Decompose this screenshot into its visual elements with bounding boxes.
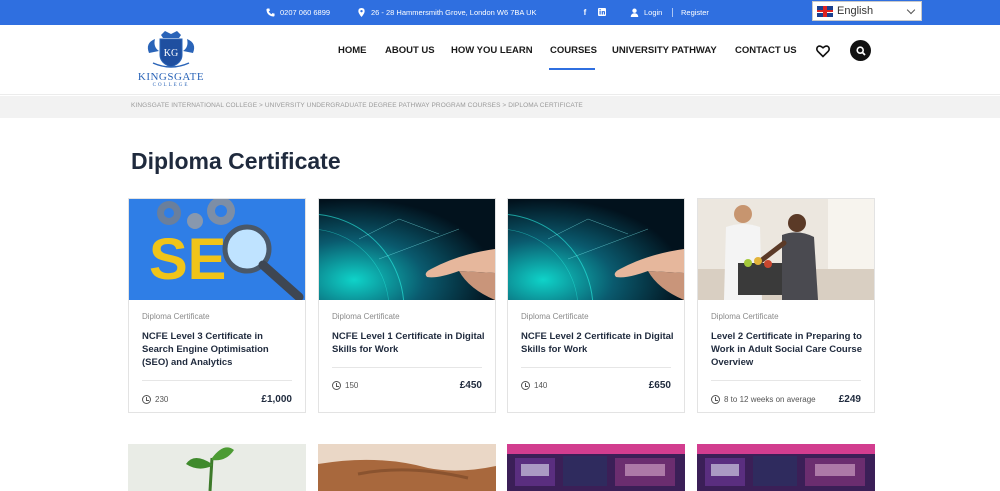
search-icon <box>855 45 866 56</box>
site-header: KG KINGSGATE COLLEGE HOME ABOUT US HOW Y… <box>0 25 1000 95</box>
card-divider <box>332 367 482 368</box>
nav-how-you-learn[interactable]: HOW YOU LEARN <box>451 45 533 56</box>
course-card[interactable]: Diploma Certificate Level 2 Certificate … <box>697 198 875 413</box>
course-image-digital[interactable] <box>508 199 684 300</box>
language-select[interactable]: English <box>812 1 922 21</box>
clock-icon <box>711 395 720 404</box>
search-button[interactable] <box>850 40 871 61</box>
course-price: £450 <box>459 380 482 391</box>
course-image-tech[interactable] <box>507 444 685 491</box>
user-icon <box>630 8 639 17</box>
course-price: £650 <box>648 380 671 391</box>
course-price: £249 <box>838 394 861 405</box>
course-duration: 8 to 12 weeks on average <box>724 395 816 404</box>
course-hours: 230 <box>155 395 169 404</box>
map-pin-icon <box>358 8 365 17</box>
course-image-hands[interactable] <box>318 444 496 491</box>
heart-icon[interactable] <box>816 44 830 58</box>
phone-number: 0207 060 6899 <box>280 8 331 17</box>
nav-university-pathway[interactable]: UNIVERSITY PATHWAY <box>612 45 717 56</box>
card-divider <box>521 367 671 368</box>
linkedin-icon[interactable] <box>597 7 607 17</box>
course-meta: 230 <box>142 395 168 404</box>
course-image-digital[interactable] <box>319 199 495 300</box>
course-card[interactable]: Diploma Certificate NCFE Level 2 Certifi… <box>507 198 685 413</box>
address-link[interactable]: 26 - 28 Hammersmith Grove, London W6 7BA… <box>357 0 537 25</box>
login-label: Login <box>644 8 663 17</box>
course-category: Diploma Certificate <box>332 312 400 321</box>
course-card[interactable]: SE Diploma Certificate NCFE Level 3 Cert… <box>128 198 306 413</box>
clock-icon <box>332 381 341 390</box>
course-title[interactable]: Level 2 Certificate in Preparing to Work… <box>711 330 866 369</box>
course-image-tech[interactable] <box>697 444 875 491</box>
course-meta: 140 <box>521 381 547 390</box>
course-title[interactable]: NCFE Level 1 Certificate in Digital Skil… <box>332 330 487 356</box>
nav-courses[interactable]: COURSES <box>550 45 597 56</box>
nav-home[interactable]: HOME <box>338 45 367 56</box>
card-divider <box>142 380 292 381</box>
register-label: Register <box>681 8 709 17</box>
course-hours: 140 <box>534 381 548 390</box>
nav-about-us[interactable]: ABOUT US <box>385 45 435 56</box>
breadcrumb-text[interactable]: KINGSGATE INTERNATIONAL COLLEGE > UNIVER… <box>131 102 583 109</box>
course-image-care[interactable] <box>698 199 874 300</box>
course-category: Diploma Certificate <box>711 312 779 321</box>
phone-icon <box>266 8 275 17</box>
register-link[interactable]: Register <box>681 0 709 25</box>
course-title[interactable]: NCFE Level 3 Certificate in Search Engin… <box>142 330 297 369</box>
phone-link[interactable]: 0207 060 6899 <box>266 0 330 25</box>
language-label: English <box>837 5 874 17</box>
logo-name: KINGSGATE <box>137 71 205 83</box>
course-title[interactable]: NCFE Level 2 Certificate in Digital Skil… <box>521 330 676 356</box>
address-text: 26 - 28 Hammersmith Grove, London W6 7BA… <box>371 8 537 17</box>
course-image-plant[interactable] <box>128 444 306 491</box>
logo-sub: COLLEGE <box>152 83 190 88</box>
nav-contact-us[interactable]: CONTACT US <box>735 45 797 56</box>
clock-icon <box>521 381 530 390</box>
active-nav-indicator <box>549 68 595 70</box>
clock-icon <box>142 395 151 404</box>
card-divider <box>711 380 861 381</box>
breadcrumb: KINGSGATE INTERNATIONAL COLLEGE > UNIVER… <box>0 96 1000 118</box>
login-link[interactable]: Login <box>630 0 662 25</box>
topbar-divider <box>672 8 673 17</box>
course-price: £1,000 <box>261 394 292 405</box>
course-image-seo[interactable]: SE <box>129 199 305 300</box>
course-card[interactable]: Diploma Certificate NCFE Level 1 Certifi… <box>318 198 496 413</box>
course-category: Diploma Certificate <box>521 312 589 321</box>
svg-text:SE: SE <box>149 227 226 292</box>
site-logo[interactable]: KG KINGSGATE COLLEGE <box>133 29 209 89</box>
crest-icon: KG <box>147 31 195 68</box>
course-meta: 150 <box>332 381 358 390</box>
course-hours: 150 <box>345 381 359 390</box>
page-title: Diploma Certificate <box>131 148 341 174</box>
uk-flag-icon <box>817 5 833 17</box>
crest-monogram: KG <box>164 48 178 59</box>
chevron-down-icon <box>906 5 916 15</box>
course-meta: 8 to 12 weeks on average <box>711 395 816 404</box>
course-category: Diploma Certificate <box>142 312 210 321</box>
facebook-icon[interactable]: f <box>580 7 590 17</box>
